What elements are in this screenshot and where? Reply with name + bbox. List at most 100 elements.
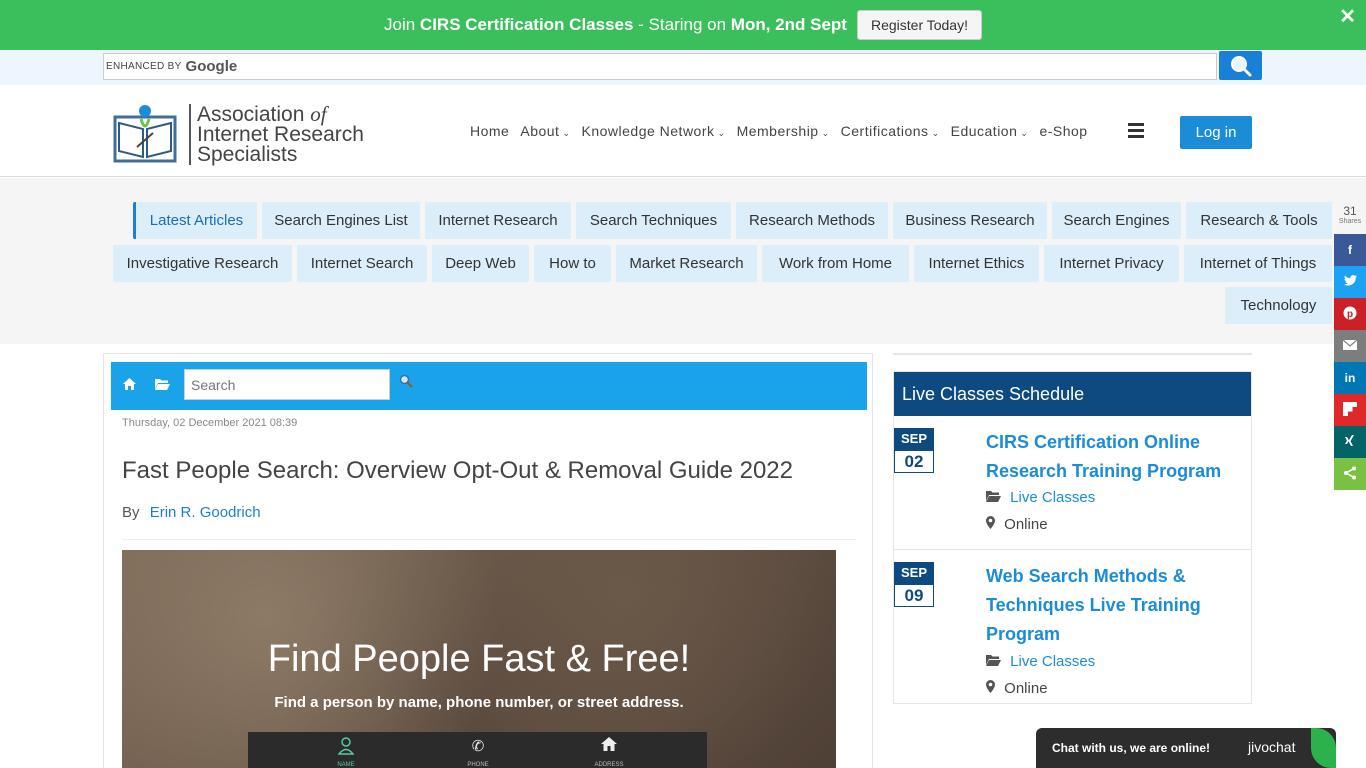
tag-work-from-home[interactable]: Work from Home <box>762 245 909 282</box>
nav-knowledge-network[interactable]: Knowledge Network ⌄ <box>582 123 726 139</box>
nav-membership[interactable]: Membership ⌄ <box>737 123 830 139</box>
enhanced-by-label: ENHANCED BY <box>106 61 182 72</box>
jivochat-logo: jivochat <box>1248 739 1296 755</box>
hero-headline: Find People Fast & Free! <box>267 638 691 680</box>
article-date: Thursday, 02 December 2021 08:39 <box>122 417 298 429</box>
chat-widget[interactable]: Chat with us, we are online! jivochat <box>1036 728 1336 768</box>
tag-deep-web[interactable]: Deep Web <box>432 245 529 282</box>
article-byline: By Erin R. Goodrich <box>122 504 261 521</box>
nav-about[interactable]: About ⌄ <box>520 123 570 139</box>
event-date: SEP 09 <box>894 562 934 607</box>
login-button[interactable]: Log in <box>1180 116 1252 149</box>
article-title: Fast People Search: Overview Opt-Out & R… <box>122 457 793 484</box>
home-icon[interactable] <box>123 378 136 393</box>
nav-label: Membership <box>736 123 819 139</box>
close-icon[interactable]: ✕ <box>1339 4 1356 29</box>
map-marker-icon <box>986 516 999 533</box>
register-button[interactable]: Register Today! <box>856 10 982 40</box>
house-icon <box>589 737 629 755</box>
event-location-text: Online <box>1004 680 1048 697</box>
event-month: SEP <box>894 562 934 584</box>
tag-market-research[interactable]: Market Research <box>616 245 757 282</box>
event-title-link[interactable]: CIRS Certification Online Research Train… <box>986 428 1241 486</box>
tag-search-engines[interactable]: Search Engines <box>1052 202 1181 239</box>
pinterest-icon: p <box>1343 306 1357 323</box>
twitter-icon <box>1343 275 1357 289</box>
site-search-input[interactable]: ENHANCED BY Google <box>103 53 1217 80</box>
event-location: Online <box>986 516 1048 533</box>
event-category: Live Classes <box>986 653 1095 670</box>
event-location: Online <box>986 680 1048 697</box>
nav-label: Certifications <box>840 123 929 139</box>
facebook-share-button[interactable]: f <box>1334 234 1366 266</box>
byline-prefix: By <box>122 504 140 521</box>
tag-research-methods[interactable]: Research Methods <box>736 202 888 239</box>
hero-tab-address: ADDRESS <box>594 762 624 768</box>
flipboard-share-button[interactable] <box>1334 394 1366 426</box>
logo-line2: Internet Research <box>197 122 364 146</box>
nav-home[interactable]: Home <box>470 123 509 139</box>
search-icon[interactable] <box>399 374 413 391</box>
live-classes-schedule: Live Classes Schedule SEP 02 CIRS Certif… <box>893 371 1252 704</box>
hero-search-panel: NAME ✆ PHONE ADDRESS <box>248 732 707 768</box>
author-link[interactable]: Erin R. Goodrich <box>150 504 261 521</box>
email-icon <box>1342 339 1358 353</box>
event-title-link[interactable]: Web Search Methods & Techniques Live Tra… <box>986 562 1241 649</box>
nav-label: About <box>520 123 560 139</box>
event-month: SEP <box>894 428 934 450</box>
folder-open-icon <box>986 653 1005 670</box>
main-nav: Home About ⌄ Knowledge Network ⌄ Membershi… <box>470 123 1099 139</box>
tag-internet-privacy[interactable]: Internet Privacy <box>1044 245 1179 282</box>
divider <box>122 539 856 540</box>
folder-icon[interactable] <box>155 378 170 393</box>
tag-internet-of-things[interactable]: Internet of Things <box>1184 245 1332 282</box>
menu-icon[interactable] <box>1128 123 1144 141</box>
promo-banner: Join CIRS Certification Classes - Starin… <box>0 0 1366 50</box>
share-sidebar: 31 Shares f p in <box>1334 200 1366 490</box>
nav-certifications[interactable]: Certifications ⌄ <box>841 123 940 139</box>
chevron-down-icon: ⌄ <box>931 128 940 138</box>
site-logo[interactable]: Association of Internet Research Special… <box>113 103 364 165</box>
twitter-share-button[interactable] <box>1334 266 1366 298</box>
pinterest-share-button[interactable]: p <box>1334 298 1366 330</box>
tag-business-research[interactable]: Business Research <box>893 202 1047 239</box>
nav-education[interactable]: Education ⌄ <box>951 123 1029 139</box>
flipboard-icon <box>1343 401 1357 419</box>
nav-eshop[interactable]: e-Shop <box>1039 123 1087 139</box>
nav-label: e-Shop <box>1039 123 1088 139</box>
tag-search-engines-list[interactable]: Search Engines List <box>262 202 420 239</box>
email-share-button[interactable] <box>1334 330 1366 362</box>
tag-technology[interactable]: Technology <box>1225 287 1332 324</box>
chevron-down-icon: ⌄ <box>821 128 830 138</box>
tag-how-to[interactable]: How to <box>534 245 611 282</box>
svg-text:p: p <box>1347 309 1353 320</box>
promo-prefix: Join <box>384 15 416 34</box>
promo-mid: - Staring on <box>638 15 727 34</box>
share-count: 31 Shares <box>1334 200 1366 234</box>
tag-internet-ethics[interactable]: Internet Ethics <box>914 245 1039 282</box>
chat-text: Chat with us, we are online! <box>1052 741 1211 755</box>
tag-internet-search[interactable]: Internet Search <box>297 245 427 282</box>
logo-icon <box>113 105 177 163</box>
map-marker-icon <box>986 680 999 697</box>
linkedin-share-button[interactable]: in <box>1334 362 1366 394</box>
event-category-link[interactable]: Live Classes <box>1010 653 1095 670</box>
tag-research-tools[interactable]: Research & Tools <box>1186 202 1332 239</box>
nav-label: Knowledge Network <box>581 123 715 139</box>
promo-date: Mon, 2nd Sept <box>730 15 847 34</box>
tag-investigative-research[interactable]: Investigative Research <box>113 245 292 282</box>
tag-latest-articles[interactable]: Latest Articles <box>133 202 257 239</box>
event-date: SEP 02 <box>894 428 934 473</box>
article-search-input[interactable] <box>184 369 390 400</box>
event-category-link[interactable]: Live Classes <box>1010 489 1095 506</box>
xing-share-button[interactable] <box>1334 426 1366 458</box>
more-share-button[interactable] <box>1334 458 1366 490</box>
article-toolbar <box>111 362 867 410</box>
xing-icon <box>1343 434 1357 451</box>
tag-search-techniques[interactable]: Search Techniques <box>576 202 731 239</box>
event-category: Live Classes <box>986 489 1095 506</box>
schedule-title: Live Classes Schedule <box>894 372 1251 416</box>
hero-tab-phone: PHONE <box>467 762 489 768</box>
site-search-button[interactable] <box>1219 51 1262 80</box>
tag-internet-research[interactable]: Internet Research <box>425 202 571 239</box>
